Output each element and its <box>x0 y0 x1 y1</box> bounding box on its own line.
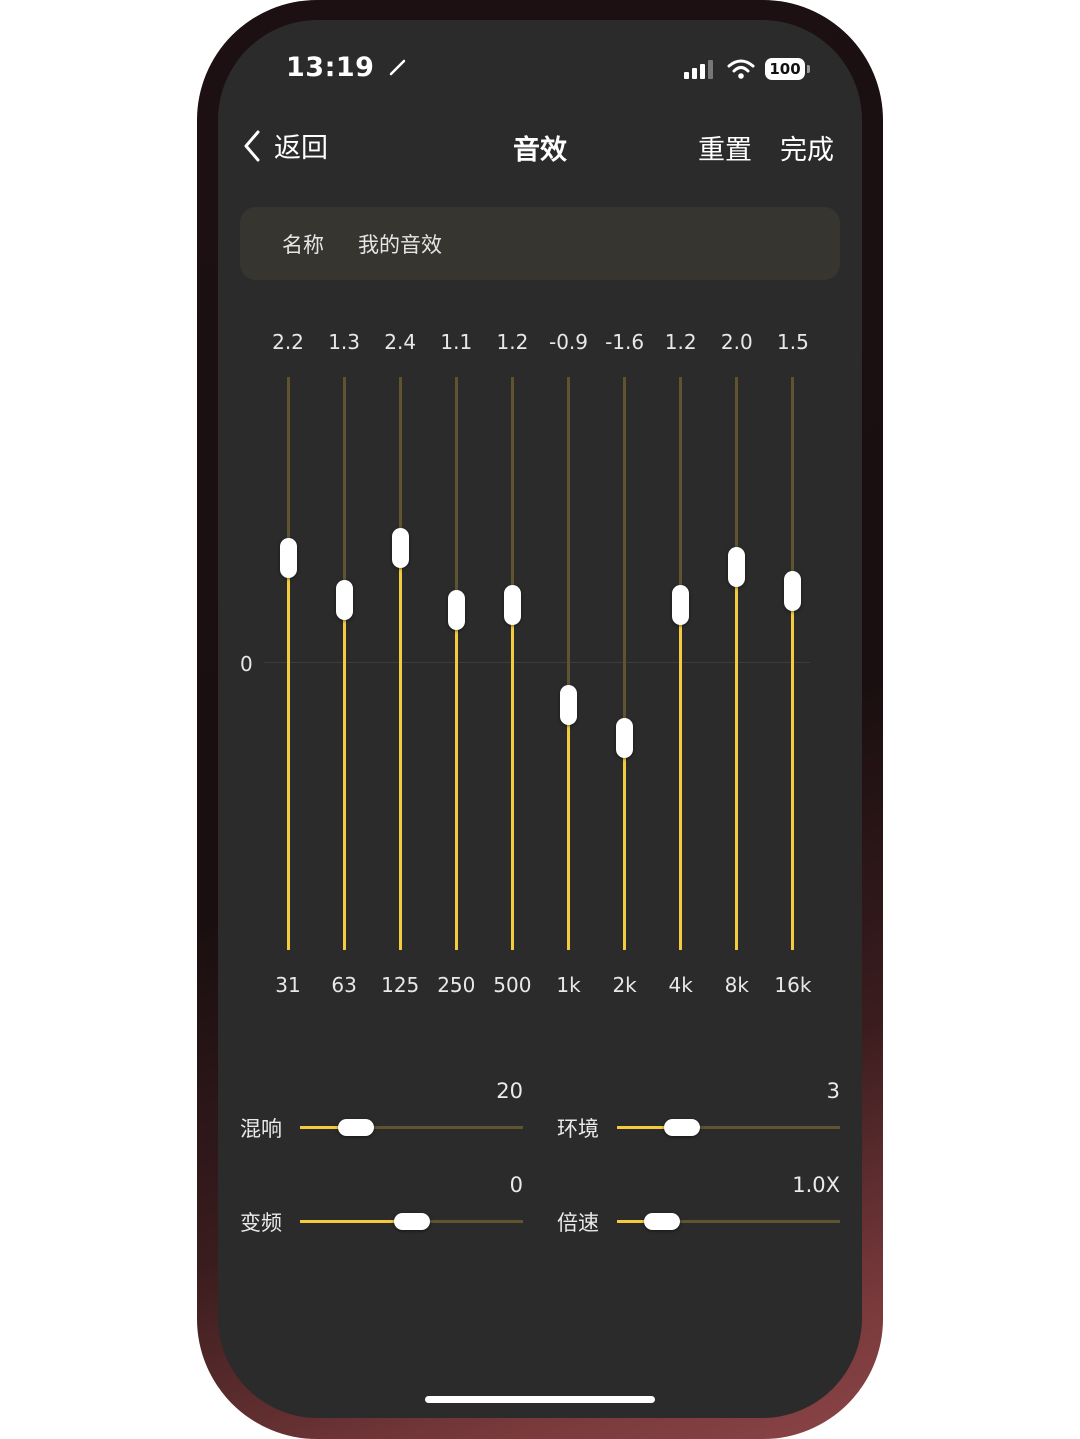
pitch-value: 0 <box>509 1173 523 1197</box>
speed-slider-knob[interactable] <box>643 1213 680 1230</box>
pitch-slider-knob[interactable] <box>393 1213 430 1230</box>
effect-controls: 20 混响 3 环境 0 变频 1.0X 倍速 <box>218 20 862 1320</box>
screen: 13:19 100 返回 音效 重置 完成 名称 我的音效 0 2.2 31 1… <box>218 20 862 1418</box>
speed-value: 1.0X <box>792 1173 840 1197</box>
ambience-value: 3 <box>826 1079 840 1103</box>
ambience-label: 环境 <box>557 1117 599 1141</box>
reverb-label: 混响 <box>240 1117 282 1141</box>
home-indicator <box>425 1396 655 1403</box>
pitch-label: 变频 <box>240 1211 282 1235</box>
ambience-slider-knob[interactable] <box>663 1119 700 1136</box>
reverb-value: 20 <box>496 1079 523 1103</box>
reverb-slider-knob[interactable] <box>337 1119 374 1136</box>
speed-label: 倍速 <box>557 1211 599 1235</box>
